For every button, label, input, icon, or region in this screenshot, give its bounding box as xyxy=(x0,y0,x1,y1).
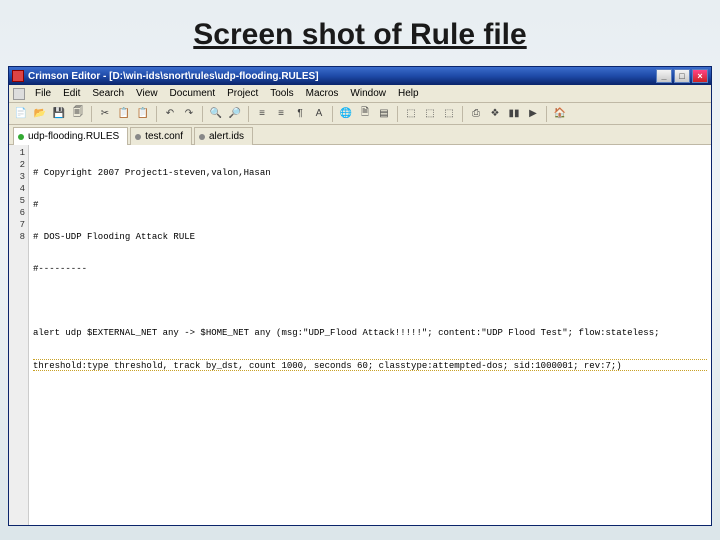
window-icon[interactable]: ⬚ xyxy=(403,106,419,122)
toolbar-separator xyxy=(248,106,249,122)
menu-tools[interactable]: Tools xyxy=(264,87,299,100)
titlebar[interactable]: Crimson Editor - [D:\win-ids\snort\rules… xyxy=(9,67,711,85)
minimize-button[interactable]: _ xyxy=(656,69,672,83)
star-icon[interactable]: ❖ xyxy=(487,106,503,122)
toolbar-separator xyxy=(91,106,92,122)
window-title: Crimson Editor - [D:\win-ids\snort\rules… xyxy=(28,71,319,82)
indent-icon[interactable]: ≡ xyxy=(254,106,270,122)
tab-test-conf[interactable]: test.conf xyxy=(130,127,192,145)
menu-search[interactable]: Search xyxy=(86,87,130,100)
line-number: 5 xyxy=(9,195,25,207)
line-number: 4 xyxy=(9,183,25,195)
tab-label: alert.ids xyxy=(209,131,244,142)
menu-edit[interactable]: Edit xyxy=(57,87,86,100)
app-icon xyxy=(12,70,24,82)
code-line xyxy=(33,295,707,307)
tab-dot-icon xyxy=(18,134,24,140)
close-button[interactable]: × xyxy=(692,69,708,83)
toolbar-separator xyxy=(397,106,398,122)
editor-area[interactable]: 1 2 3 4 5 6 7 8 # Copyright 2007 Project… xyxy=(9,145,711,525)
code-line: threshold:type threshold, track by_dst, … xyxy=(33,359,707,371)
paste-icon[interactable]: 📋 xyxy=(135,106,151,122)
tab-label: udp-flooding.RULES xyxy=(28,131,119,142)
window2-icon[interactable]: ⬚ xyxy=(422,106,438,122)
tab-dot-icon xyxy=(199,134,205,140)
font-icon[interactable]: A xyxy=(311,106,327,122)
print-icon[interactable]: ⎙ xyxy=(468,106,484,122)
line-number: 7 xyxy=(9,219,25,231)
new-file-icon[interactable]: 📄 xyxy=(13,106,29,122)
slide-title: Screen shot of Rule file xyxy=(0,0,720,66)
code-content[interactable]: # Copyright 2007 Project1-steven,valon,H… xyxy=(29,145,711,525)
show-whitespace-icon[interactable]: ¶ xyxy=(292,106,308,122)
code-line: # DOS-UDP Flooding Attack RULE xyxy=(33,231,707,243)
menu-macros[interactable]: Macros xyxy=(300,87,345,100)
cut-icon[interactable]: ✂ xyxy=(97,106,113,122)
copy-icon[interactable]: 📋 xyxy=(116,106,132,122)
maximize-button[interactable]: □ xyxy=(674,69,690,83)
line-number: 1 xyxy=(9,147,25,159)
toolbar-separator xyxy=(462,106,463,122)
line-number-gutter: 1 2 3 4 5 6 7 8 xyxy=(9,145,29,525)
code-line: alert udp $EXTERNAL_NET any -> $HOME_NET… xyxy=(33,327,707,339)
menu-window[interactable]: Window xyxy=(344,87,392,100)
line-number: 6 xyxy=(9,207,25,219)
menu-project[interactable]: Project xyxy=(221,87,264,100)
toolbar: 📄 📂 💾 🗐 ✂ 📋 📋 ↶ ↷ 🔍 🔎 ≡ ≡ ¶ A 🌐 🗎 ▤ ⬚ ⬚ … xyxy=(9,103,711,125)
line-number: 2 xyxy=(9,159,25,171)
code-line xyxy=(33,391,707,403)
menu-view[interactable]: View xyxy=(130,87,164,100)
undo-icon[interactable]: ↶ xyxy=(162,106,178,122)
tab-udp-flooding[interactable]: udp-flooding.RULES xyxy=(13,127,128,145)
code-line: # Copyright 2007 Project1-steven,valon,H… xyxy=(33,167,707,179)
find-next-icon[interactable]: 🔎 xyxy=(227,106,243,122)
play-icon[interactable]: ▶ xyxy=(525,106,541,122)
system-menu-icon[interactable] xyxy=(13,88,25,100)
line-number: 3 xyxy=(9,171,25,183)
tab-label: test.conf xyxy=(145,131,183,142)
line-number: 8 xyxy=(9,231,25,243)
find-icon[interactable]: 🔍 xyxy=(208,106,224,122)
tab-alert-ids[interactable]: alert.ids xyxy=(194,127,253,145)
code-line: #--------- xyxy=(33,263,707,275)
panel-icon[interactable]: ▤ xyxy=(376,106,392,122)
open-file-icon[interactable]: 📂 xyxy=(32,106,48,122)
editor-window: Crimson Editor - [D:\win-ids\snort\rules… xyxy=(8,66,712,526)
home-icon[interactable]: 🏠 xyxy=(552,106,568,122)
menu-file[interactable]: File xyxy=(29,87,57,100)
outdent-icon[interactable]: ≡ xyxy=(273,106,289,122)
menu-document[interactable]: Document xyxy=(164,87,222,100)
pause-icon[interactable]: ▮▮ xyxy=(506,106,522,122)
toolbar-separator xyxy=(332,106,333,122)
menu-help[interactable]: Help xyxy=(392,87,425,100)
web-icon[interactable]: 🌐 xyxy=(338,106,354,122)
redo-icon[interactable]: ↷ xyxy=(181,106,197,122)
toolbar-separator xyxy=(546,106,547,122)
toolbar-separator xyxy=(202,106,203,122)
menubar: File Edit Search View Document Project T… xyxy=(9,85,711,103)
code-line: # xyxy=(33,199,707,211)
toolbar-separator xyxy=(156,106,157,122)
doc-icon[interactable]: 🗎 xyxy=(357,106,373,122)
save-all-icon[interactable]: 🗐 xyxy=(70,106,86,122)
window3-icon[interactable]: ⬚ xyxy=(441,106,457,122)
save-icon[interactable]: 💾 xyxy=(51,106,67,122)
tab-dot-icon xyxy=(135,134,141,140)
document-tabbar: udp-flooding.RULES test.conf alert.ids xyxy=(9,125,711,145)
